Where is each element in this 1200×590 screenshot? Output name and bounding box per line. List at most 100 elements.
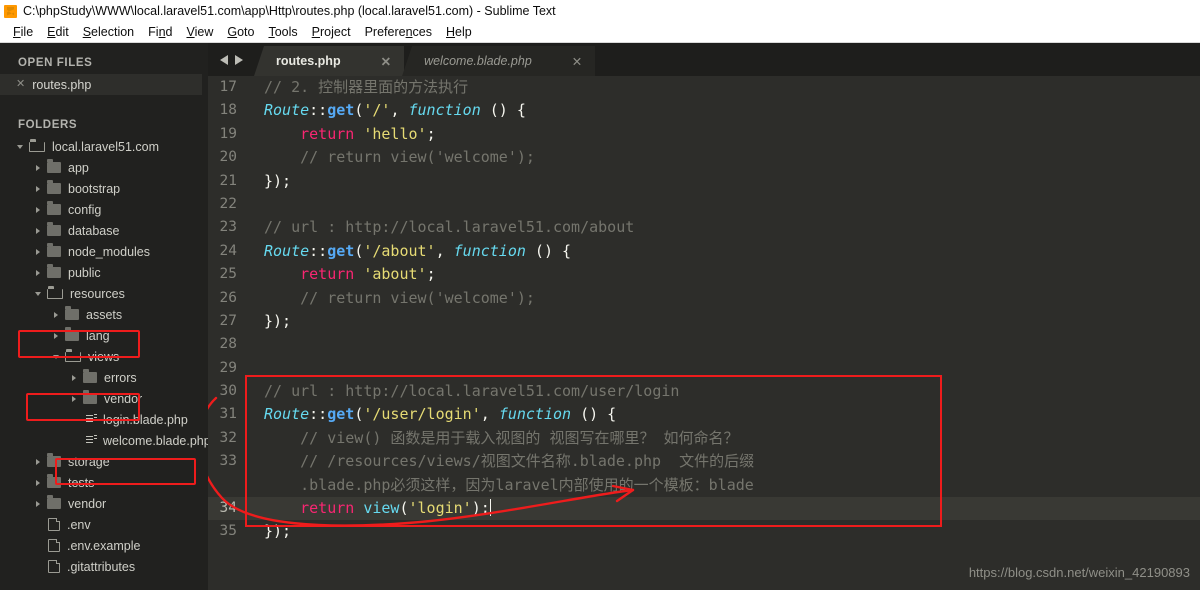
arrow-left-icon[interactable] [219,54,228,65]
code-line[interactable]: 20 // return view('welcome'); [208,146,1200,169]
folders-header: FOLDERS [18,119,78,131]
tree-item-views[interactable]: views [0,346,208,367]
menu-item-tools[interactable]: Tools [261,22,304,43]
chevron-right-icon[interactable] [36,164,40,171]
tree-item-node-modules[interactable]: node_modules [0,241,208,262]
close-icon[interactable]: ✕ [572,54,582,69]
tree-toggle[interactable] [32,458,44,465]
chevron-down-icon[interactable] [35,291,41,296]
tree-toggle[interactable] [68,374,80,381]
tree-item-database[interactable]: database [0,220,208,241]
chevron-right-icon[interactable] [54,311,58,318]
tree-item-welcome-blade-php[interactable]: welcome.blade.php [0,430,208,451]
tab-welcome-blade-php[interactable]: welcome.blade.php ✕ [402,46,596,76]
chevron-right-icon[interactable] [36,227,40,234]
code-line[interactable]: 19 return 'hello'; [208,123,1200,146]
chevron-right-icon[interactable] [36,269,40,276]
code-line[interactable]: 34 return view('login'); [208,497,1200,521]
code-line[interactable]: 18 Route::get('/', function () { [208,99,1200,122]
tree-item-env[interactable]: .env [0,514,208,535]
code-line[interactable]: 21}); [208,170,1200,193]
tree-toggle[interactable] [32,227,44,234]
tab-routes-php[interactable]: routes.php ✕ [254,46,405,76]
chevron-right-icon[interactable] [36,500,40,507]
close-icon[interactable]: ✕ [381,54,391,69]
chevron-right-icon[interactable] [36,206,40,213]
menu-item-view[interactable]: View [179,22,220,43]
tree-toggle[interactable] [32,500,44,507]
tree-toggle[interactable] [32,164,44,171]
window-title: C:\phpStudy\WWW\local.laravel51.com\app\… [23,4,556,18]
tree-toggle[interactable] [32,248,44,255]
code-line[interactable]: 33 // /resources/views/视图文件名称.blade.php … [208,450,1200,473]
chevron-down-icon[interactable] [53,354,59,359]
menu-item-help[interactable]: Help [439,22,479,43]
chevron-right-icon[interactable] [36,479,40,486]
tree-item-gitattributes[interactable]: .gitattributes [0,556,208,577]
code-line[interactable]: 23 // url : http://local.laravel51.com/ab… [208,216,1200,239]
menu-mnemonic: G [227,24,238,39]
tree-toggle[interactable] [50,311,62,318]
code-token: Route [264,241,310,260]
code-line[interactable]: 29 [208,357,1200,380]
tree-item-config[interactable]: config [0,199,208,220]
tree-item-lang[interactable]: lang [0,325,208,346]
tree-toggle[interactable] [14,144,26,149]
code-line[interactable]: 35}); [208,520,1200,543]
code-line[interactable]: 26 // return view('welcome'); [208,287,1200,310]
arrow-right-icon[interactable] [234,54,243,65]
tree-toggle[interactable] [32,291,44,296]
code-line[interactable]: 31 Route::get('/user/login', function () … [208,403,1200,426]
chevron-right-icon[interactable] [54,332,58,339]
code-line[interactable]: 25 return 'about'; [208,263,1200,286]
tree-toggle[interactable] [32,479,44,486]
tree-toggle[interactable] [32,269,44,276]
chevron-right-icon[interactable] [36,458,40,465]
chevron-right-icon[interactable] [36,185,40,192]
chevron-right-icon[interactable] [36,248,40,255]
tree-item-public[interactable]: public [0,262,208,283]
line-number: 27 [219,312,237,329]
tree-item-vendor[interactable]: vendor [0,493,208,514]
tree-item-errors[interactable]: errors [0,367,208,388]
tree-toggle[interactable] [68,395,80,402]
tree-item-login-blade-php[interactable]: login.blade.php [0,409,208,430]
close-icon[interactable]: ✕ [16,79,25,90]
code-line[interactable]: .blade.php必须这样，因为laravel内部使用的一个模板：blade [208,474,1200,497]
code-line[interactable]: 17 // 2. 控制器里面的方法执行 [208,76,1200,99]
menu-item-project[interactable]: Project [305,22,358,43]
menu-item-edit[interactable]: Edit [40,22,76,43]
tree-toggle[interactable] [50,354,62,359]
tree-toggle[interactable] [32,185,44,192]
tree-item-tests[interactable]: tests [0,472,208,493]
code-line[interactable]: 22 [208,193,1200,216]
tree-toggle[interactable] [50,332,62,339]
code-line[interactable]: 28 [208,333,1200,356]
chevron-right-icon[interactable] [72,395,76,402]
chevron-down-icon[interactable] [17,144,23,149]
menu-item-selection[interactable]: Selection [76,22,141,43]
code-editor[interactable]: 17// 2. 控制器里面的方法执行 18 Route::get('/', func… [208,76,1200,590]
code-line[interactable]: 30 // url : http://local.laravel51.com/us… [208,380,1200,403]
tree-item-bootstrap[interactable]: bootstrap [0,178,208,199]
code-line[interactable]: 27}); [208,310,1200,333]
tree-item-assets[interactable]: assets [0,304,208,325]
tree-item-env-example[interactable]: .env.example [0,535,208,556]
code-token: ( [354,405,364,424]
menu-item-file[interactable]: FFileile [6,22,40,43]
code-line[interactable]: 24 Route::get('/about', function () { [208,240,1200,263]
tree-item-local-laravel51-com[interactable]: local.laravel51.com [0,136,208,157]
tree-item-resources[interactable]: resources [0,283,208,304]
menu-item-preferences[interactable]: Preferences [358,22,439,43]
code-line[interactable]: 32 // view() 函数是用于载入视图的 视图写在哪里？ 如何命名？ [208,427,1200,450]
code-line-text: }); [248,170,291,193]
menu-item-goto[interactable]: Goto [220,22,261,43]
tree-item-app[interactable]: app [0,157,208,178]
tree-toggle[interactable] [32,206,44,213]
menu-item-find[interactable]: Find [141,22,179,43]
tab-nav-arrows[interactable] [208,43,254,76]
tree-item-storage[interactable]: storage [0,451,208,472]
chevron-right-icon[interactable] [72,374,76,381]
open-file-routes-php[interactable]: ✕ routes.php [0,74,202,95]
tree-item-vendor[interactable]: vendor [0,388,208,409]
